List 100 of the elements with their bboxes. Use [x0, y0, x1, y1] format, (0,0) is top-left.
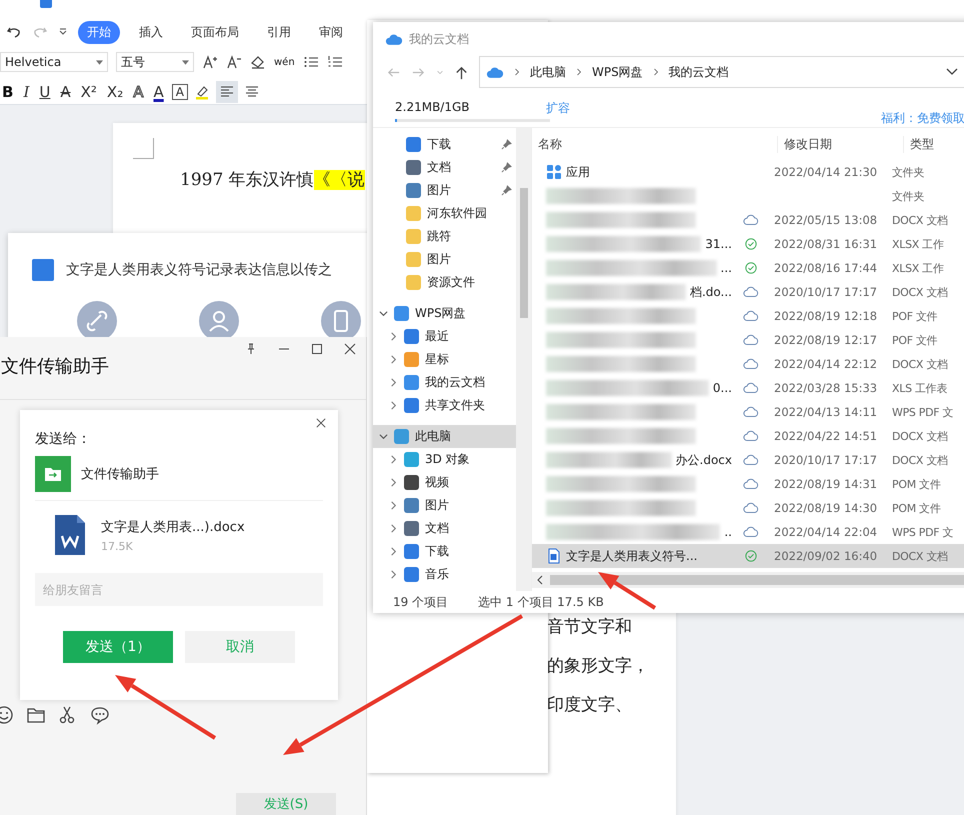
type-cell-text: WPS PDF 文 — [891, 524, 954, 540]
nav-item[interactable]: 图片 — [373, 494, 516, 517]
format-button[interactable]: X₂ — [104, 83, 126, 101]
scrollbar[interactable] — [516, 128, 531, 591]
file-row[interactable]: 文件夹 — [532, 184, 964, 208]
ribbon-tab[interactable]: 插入 — [130, 20, 172, 44]
nav-item[interactable]: 下载 — [373, 133, 516, 156]
bullet-list-icon[interactable] — [302, 54, 319, 70]
format-button[interactable]: A — [172, 84, 188, 100]
dropdown-icon[interactable] — [946, 68, 958, 76]
file-row[interactable]: .. 2022/04/14 22:04 WPS PDF 文 — [532, 520, 964, 544]
nav-item[interactable]: 资源文件 — [373, 271, 516, 294]
format-button[interactable]: U — [37, 83, 52, 101]
highlighter-icon[interactable] — [194, 84, 210, 100]
chevron-icon[interactable] — [389, 332, 398, 341]
file-row[interactable]: 2022/08/19 14:30 POM 文件 — [532, 496, 964, 520]
nav-item[interactable]: 图片 — [373, 248, 516, 271]
dropdown-icon[interactable] — [58, 27, 68, 37]
column-header[interactable]: 类型 — [903, 136, 934, 152]
ribbon-tab[interactable]: 页面布局 — [182, 20, 248, 44]
file-row[interactable]: 2022/08/19 12:17 POF 文件 — [532, 328, 964, 352]
nav-item[interactable]: 跳符 — [373, 225, 516, 248]
nav-item[interactable]: 音乐 — [373, 563, 516, 586]
chevron-icon[interactable] — [389, 401, 398, 410]
nav-item[interactable]: 下载 — [373, 540, 516, 563]
format-button[interactable]: X² — [78, 83, 99, 101]
chevron-icon[interactable] — [379, 432, 388, 441]
nav-item[interactable]: 文档 — [373, 517, 516, 540]
chevron-icon[interactable] — [389, 524, 398, 533]
close-icon[interactable] — [344, 343, 356, 355]
pin-icon[interactable] — [245, 343, 257, 355]
maximize-icon[interactable] — [311, 343, 323, 355]
emoji-icon[interactable] — [0, 705, 14, 725]
nav-item[interactable]: 河东软件园 — [373, 202, 516, 225]
nav-item[interactable]: 图片 — [373, 179, 516, 202]
grow-font-icon[interactable] — [202, 54, 218, 70]
column-header[interactable]: 名称 — [532, 136, 777, 152]
format-button[interactable]: A — [151, 83, 166, 101]
cloud-icon — [486, 66, 504, 78]
pin-icon[interactable] — [501, 139, 512, 150]
ribbon-tab[interactable]: 开始 — [78, 20, 120, 44]
breadcrumb-item[interactable]: WPS网盘 — [592, 64, 643, 80]
nav-item[interactable]: 最近 — [373, 325, 516, 348]
nav-item[interactable]: 我的云文档 — [373, 371, 516, 394]
scrollbar[interactable] — [532, 572, 964, 588]
file-name: 0... — [712, 381, 732, 395]
dialog-heading: 发送给： — [35, 430, 92, 448]
pin-icon[interactable] — [501, 162, 512, 173]
file-row[interactable]: 2022/04/22 14:51 DOCX 文档 — [532, 424, 964, 448]
chevron-icon[interactable] — [389, 570, 398, 579]
file-row[interactable]: 档.do... 2020/10/17 17:17 DOCX 文档 — [532, 280, 964, 304]
up-arrow-icon[interactable] — [454, 64, 469, 80]
date-cell-text: 2022/08/19 14:30 — [773, 501, 878, 515]
nav-item[interactable]: 此电脑 — [373, 425, 516, 448]
file-row[interactable]: 文字是人类用表义符号... 2022/09/02 16:40 DOCX 文档 — [532, 544, 964, 568]
breadcrumb-item[interactable]: 此电脑 — [530, 64, 566, 80]
file-row[interactable]: 0... 2022/03/28 15:33 XLS 工作表 — [532, 376, 964, 400]
nav-item[interactable]: 文档 — [373, 156, 516, 179]
type-cell-text: POF 文件 — [891, 332, 938, 348]
ribbon-tab[interactable]: 引用 — [258, 20, 300, 44]
file-row[interactable]: 31... 2022/08/31 16:31 XLSX 工作 — [532, 232, 964, 256]
chevron-icon[interactable] — [389, 378, 398, 387]
chat-bubble-icon[interactable] — [90, 705, 110, 725]
eraser-icon[interactable] — [250, 54, 266, 70]
font-size-field[interactable]: 五号 — [116, 52, 194, 72]
scroll-left-icon[interactable] — [536, 575, 544, 585]
file-row[interactable]: 办公.docx 2020/10/17 17:17 DOCX 文档 — [532, 448, 964, 472]
chevron-icon[interactable] — [389, 547, 398, 556]
format-button[interactable]: I — [21, 83, 32, 101]
align-left-icon[interactable] — [216, 81, 238, 103]
chevron-icon[interactable] — [389, 455, 398, 464]
ribbon-tab[interactable]: 审阅 — [310, 20, 352, 44]
nav-item[interactable]: 3D 对象 — [373, 448, 516, 471]
nav-item[interactable]: 星标 — [373, 348, 516, 371]
address-bar[interactable]: 此电脑 WPS网盘 我的云文档 — [479, 56, 964, 88]
shrink-font-icon[interactable] — [226, 54, 242, 70]
file-row[interactable]: 应用 2022/04/14 21:30 文件夹 — [532, 160, 964, 184]
format-button[interactable]: A — [58, 83, 73, 101]
file-row[interactable]: 2022/08/19 14:31 POM 文件 — [532, 472, 964, 496]
file-row[interactable]: 2022/05/15 13:08 DOCX 文档 — [532, 208, 964, 232]
nav-item[interactable]: 共享文件夹 — [373, 394, 516, 417]
breadcrumb-item[interactable]: 我的云文档 — [668, 64, 729, 80]
file-row[interactable]: 2022/08/19 12:18 POF 文件 — [532, 304, 964, 328]
nav-item[interactable]: 视频 — [373, 471, 516, 494]
font-name-field[interactable]: Helvetica — [0, 52, 108, 72]
file-row[interactable]: ... 2022/08/16 17:44 XLSX 工作 — [532, 256, 964, 280]
chevron-icon[interactable] — [389, 501, 398, 510]
pin-icon[interactable] — [501, 185, 512, 196]
column-header[interactable]: 修改日期 — [777, 136, 903, 152]
format-button[interactable]: B — [0, 83, 16, 101]
phonetic-guide-button[interactable]: wén — [274, 56, 295, 68]
message-field[interactable]: 给朋友留言 — [35, 573, 323, 606]
close-icon[interactable] — [316, 418, 326, 428]
file-row[interactable]: 2022/04/14 22:12 DOCX 文档 — [532, 352, 964, 376]
chevron-icon[interactable] — [379, 309, 388, 318]
file-row[interactable]: 2022/04/13 14:11 WPS PDF 文 — [532, 400, 964, 424]
nav-item[interactable]: WPS网盘 — [373, 302, 516, 325]
chevron-icon[interactable] — [389, 478, 398, 487]
chevron-icon[interactable] — [389, 355, 398, 364]
format-button[interactable]: A — [131, 83, 146, 101]
